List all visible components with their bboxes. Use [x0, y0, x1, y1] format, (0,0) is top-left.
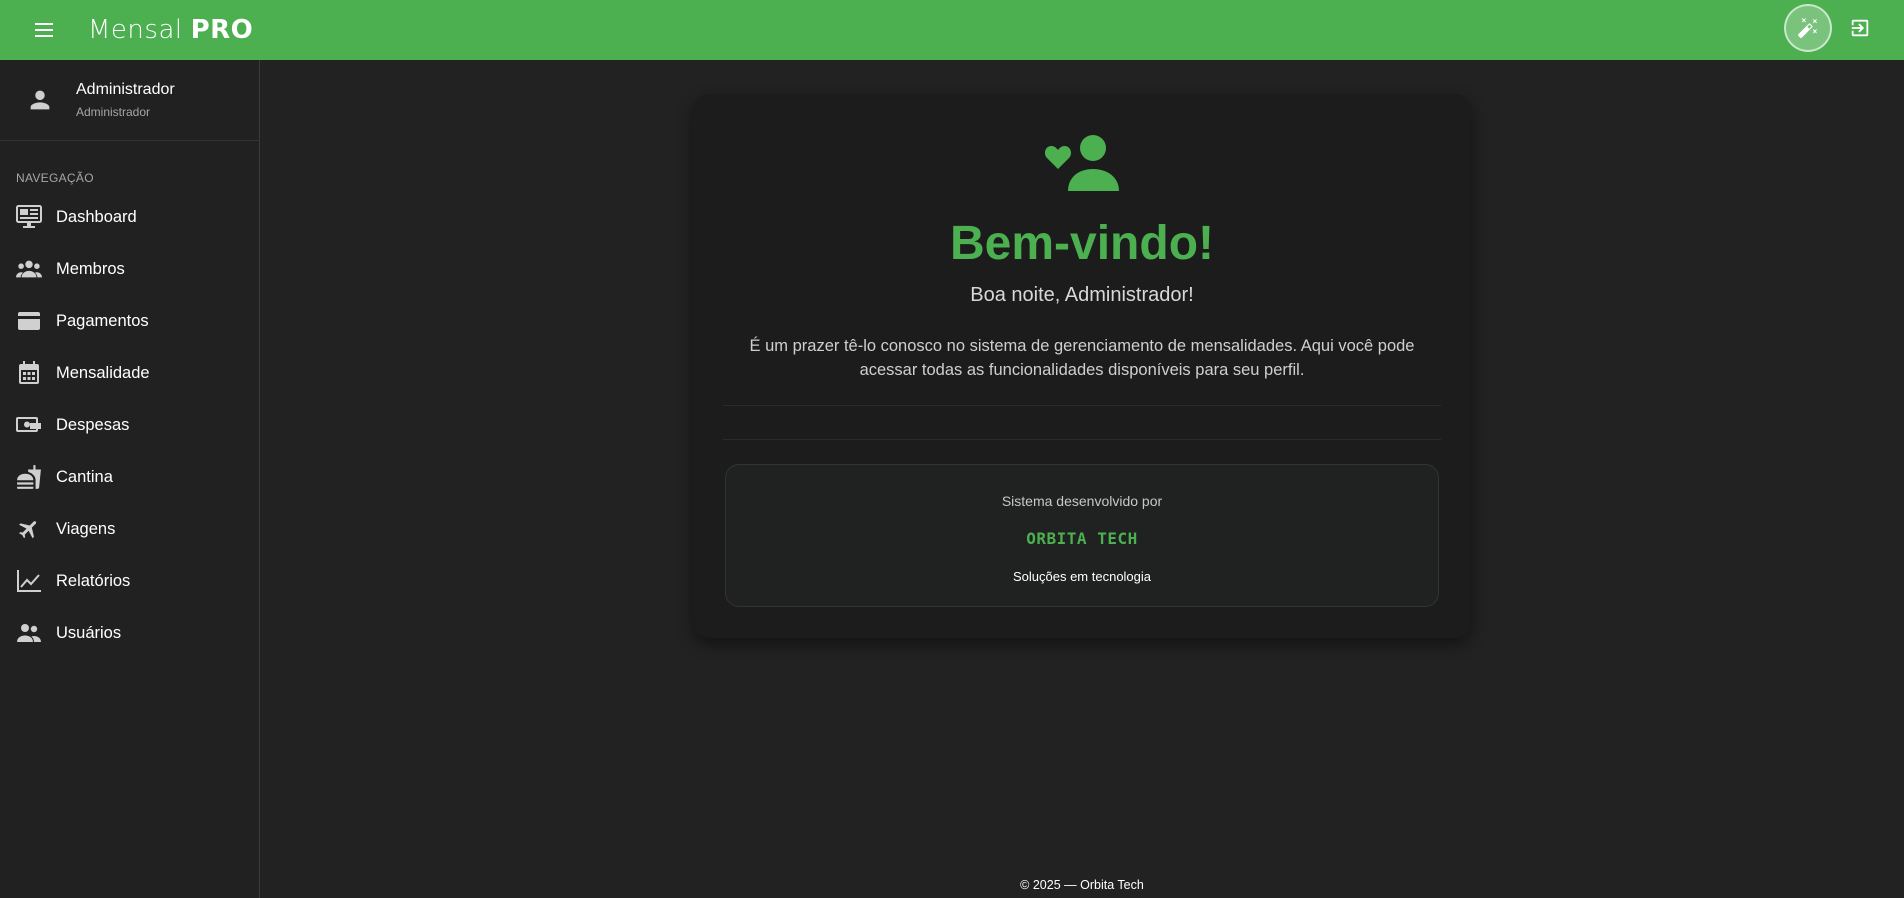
sidebar-item-label: Dashboard — [56, 207, 137, 226]
sidebar-item-despesas[interactable]: Despesas — [0, 399, 259, 451]
person-icon — [30, 90, 50, 110]
footer-copyright: © 2025 — Orbita Tech — [1020, 878, 1144, 892]
sidebar-item-viagens[interactable]: Viagens — [0, 503, 259, 555]
user-name: Administrador — [76, 81, 175, 98]
chart-icon — [16, 568, 42, 594]
sidebar-item-label: Cantina — [56, 467, 113, 486]
dashboard-icon — [16, 204, 42, 230]
users-icon — [16, 620, 42, 646]
user-profile[interactable]: Administrador Administrador — [0, 60, 259, 141]
sidebar-item-relatorios[interactable]: Relatórios — [0, 555, 259, 607]
sidebar: Administrador Administrador NAVEGAÇÃO Da… — [0, 60, 260, 898]
sidebar-item-pagamentos[interactable]: Pagamentos — [0, 295, 259, 347]
sidebar-item-label: Membros — [56, 259, 125, 278]
sidebar-item-label: Relatórios — [56, 571, 131, 590]
greeting-text: Boa noite, Administrador! — [970, 284, 1194, 306]
sidebar-item-usuarios[interactable]: Usuários — [0, 607, 259, 659]
brand-name: Mensal — [88, 15, 183, 45]
menu-icon[interactable] — [24, 10, 64, 50]
divider — [723, 405, 1441, 406]
sidebar-item-cantina[interactable]: Cantina — [0, 451, 259, 503]
top-actions — [1784, 4, 1880, 52]
fastfood-icon — [16, 464, 42, 490]
user-heart-icon — [1044, 135, 1119, 191]
logout-icon — [1851, 19, 1869, 37]
top-app-bar: Mensal PRO — [0, 0, 1904, 60]
nav-list: Dashboard Membros Pagamentos Mensalidade… — [0, 191, 259, 659]
money-icon — [16, 412, 42, 438]
brand-suffix: PRO — [190, 15, 254, 45]
members-icon — [16, 256, 42, 282]
app-logo[interactable]: Mensal PRO — [88, 15, 253, 45]
user-role: Administrador — [76, 105, 151, 119]
sidebar-item-label: Mensalidade — [56, 363, 150, 382]
nav-section-title: NAVEGAÇÃO — [16, 171, 94, 185]
divider — [723, 439, 1441, 440]
welcome-title: Bem-vindo! — [950, 217, 1214, 270]
theme-toggle-button[interactable] — [1784, 4, 1832, 52]
credits-label: Sistema desenvolvido por — [1001, 493, 1163, 509]
theme-toggle-icon — [1797, 17, 1818, 39]
sidebar-item-label: Viagens — [56, 519, 116, 538]
intro-text: É um prazer tê-lo conosco no sistema de … — [749, 337, 1415, 379]
logout-button[interactable] — [1840, 8, 1880, 48]
credits-box: Sistema desenvolvido por ORBITA TECH Sol… — [725, 464, 1439, 607]
welcome-card: Bem-vindo! Boa noite, Administrador! É u… — [693, 94, 1471, 638]
sidebar-item-label: Usuários — [56, 623, 122, 642]
company-logo: ORBITA TECH — [1026, 529, 1138, 548]
calendar-icon — [16, 360, 42, 386]
credit-card-icon — [16, 308, 42, 334]
sidebar-item-label: Despesas — [56, 415, 130, 434]
sidebar-item-label: Pagamentos — [56, 311, 149, 330]
sidebar-item-dashboard[interactable]: Dashboard — [0, 191, 259, 243]
airplane-icon — [16, 516, 42, 542]
sidebar-item-mensalidade[interactable]: Mensalidade — [0, 347, 259, 399]
company-tagline: Soluções em tecnologia — [1012, 569, 1152, 584]
sidebar-item-membros[interactable]: Membros — [0, 243, 259, 295]
